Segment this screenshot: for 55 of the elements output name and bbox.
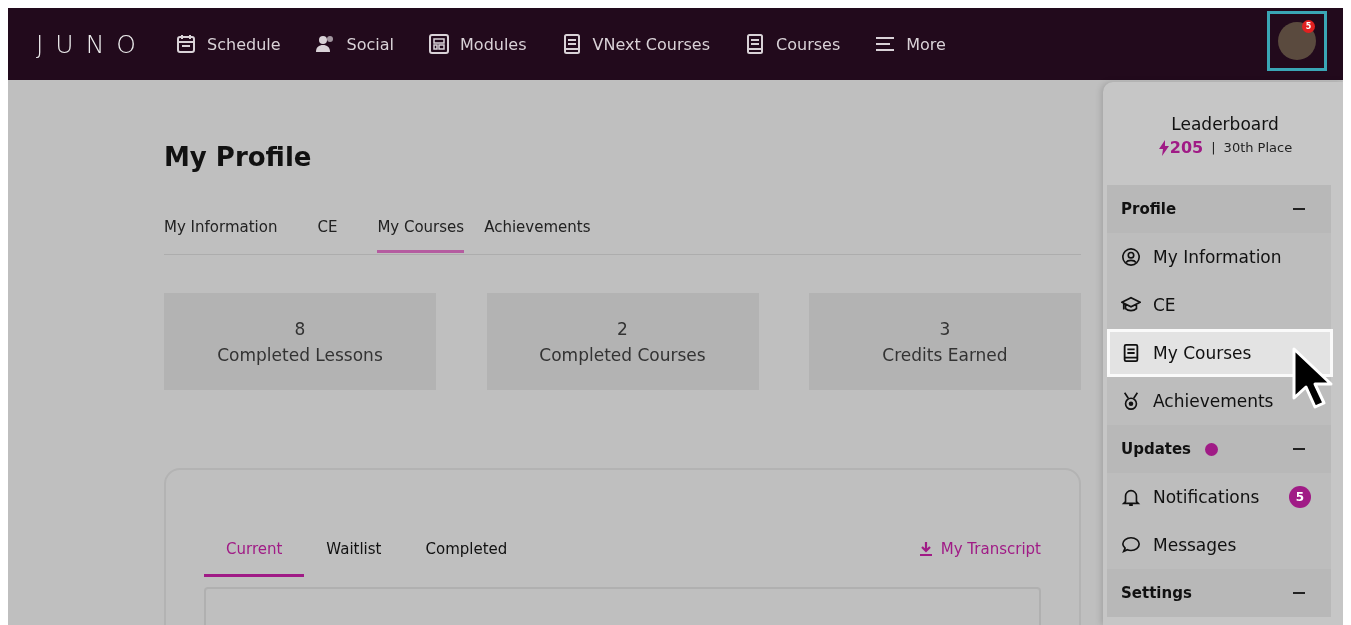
- transcript-link[interactable]: My Transcript: [918, 540, 1041, 558]
- profile-tab[interactable]: My Courses: [377, 218, 465, 253]
- menu-item-label: Notifications: [1153, 487, 1260, 507]
- nav-link[interactable]: More: [857, 33, 963, 55]
- stat-label: Credits Earned: [882, 344, 1008, 365]
- menu-item[interactable]: My Courses: [1107, 329, 1333, 377]
- nav-link[interactable]: VNext Courses: [543, 33, 728, 55]
- separator: |: [1211, 140, 1216, 155]
- download-icon: [918, 541, 933, 557]
- avatar-button[interactable]: 5: [1267, 11, 1327, 71]
- avatar: [1278, 22, 1316, 60]
- profile-tab[interactable]: CE: [317, 218, 358, 253]
- stat-value: 8: [294, 318, 306, 339]
- menu-item-label: Achievements: [1153, 391, 1274, 411]
- menu-item-label: Messages: [1153, 535, 1237, 555]
- menu-item-label: CE: [1153, 295, 1176, 315]
- menu-section-header[interactable]: Updates: [1107, 425, 1331, 473]
- stat-label: Completed Lessons: [217, 344, 383, 365]
- lightning-icon: [1157, 139, 1170, 156]
- page-title: My Profile: [164, 142, 313, 172]
- section-title: Profile: [1121, 200, 1177, 218]
- calendar-icon: [175, 33, 198, 55]
- stat-value: 3: [939, 318, 951, 339]
- count-badge: 5: [1289, 486, 1311, 508]
- nav-link[interactable]: Modules: [411, 33, 544, 55]
- profile-tab[interactable]: Achievements: [484, 218, 611, 253]
- menu-item[interactable]: Notifications 5: [1107, 473, 1331, 521]
- nav-link[interactable]: Courses: [727, 33, 858, 55]
- course-tab[interactable]: Waitlist: [304, 540, 404, 577]
- menu-item[interactable]: CE: [1107, 281, 1331, 329]
- nav-link[interactable]: Social: [297, 33, 412, 55]
- menu-item[interactable]: My Information: [1107, 233, 1331, 281]
- chat-bubble-icon: [1121, 535, 1141, 555]
- nav-link[interactable]: Schedule: [158, 33, 298, 55]
- place-label: 30th Place: [1223, 140, 1293, 155]
- points-value: 205: [1169, 138, 1204, 157]
- grid-icon: [428, 33, 451, 55]
- medal-icon: [1121, 391, 1141, 411]
- menu-item-label: My Information: [1153, 247, 1282, 267]
- menu-item-label: My Courses: [1153, 343, 1252, 363]
- profile-tab[interactable]: My Information: [164, 218, 298, 253]
- course-tab[interactable]: Completed: [403, 540, 530, 577]
- leaderboard-title: Leaderboard: [1171, 114, 1279, 134]
- menu-section-header[interactable]: Profile: [1107, 185, 1331, 233]
- bell-icon: [1121, 487, 1141, 507]
- section-title: Settings: [1121, 584, 1192, 602]
- section-title: Updates: [1121, 440, 1192, 458]
- stat-label: Completed Courses: [539, 344, 706, 365]
- logo[interactable]: JUNO: [36, 29, 149, 59]
- menu-section-header[interactable]: Settings: [1107, 569, 1331, 617]
- user-circle-icon: [1121, 247, 1141, 267]
- notification-badge: 5: [1302, 20, 1315, 33]
- stat-value: 2: [617, 318, 628, 339]
- course-tab[interactable]: Current: [204, 540, 305, 577]
- menu-item[interactable]: Messages: [1107, 521, 1331, 569]
